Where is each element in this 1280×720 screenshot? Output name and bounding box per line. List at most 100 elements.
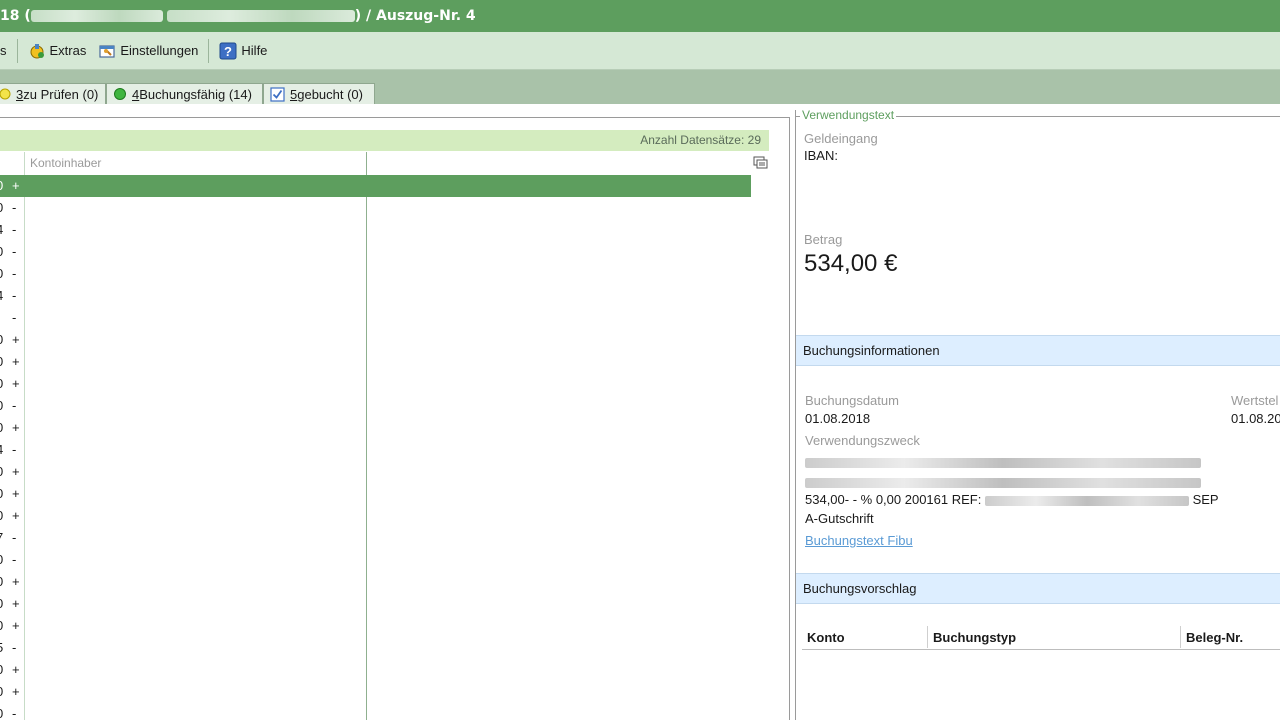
row-sign: - [12, 442, 17, 457]
table-row[interactable]: 0+ [0, 329, 30, 351]
window-title-bar: 18 ( ) / Auszug-Nr. 4 [0, 0, 1280, 32]
grid-column-header: Kontoinhaber [0, 152, 770, 174]
status-tab-strip: 3 zu Prüfen (0) 4 Buchungsfähig (14) 5 g… [0, 70, 1280, 104]
tab-gebucht[interactable]: 5 gebucht (0) [263, 83, 375, 104]
row-digit: 4 [0, 442, 3, 457]
column-divider [1180, 626, 1181, 648]
betrag-value: 534,00 € [804, 250, 898, 277]
tab-gebucht-label: gebucht (0) [297, 86, 363, 102]
table-row[interactable]: 0+ [0, 483, 30, 505]
selected-table-row[interactable] [0, 175, 751, 197]
row-digit: 0 [0, 574, 3, 589]
record-count-label: Anzahl Datensätze: 29 [640, 133, 761, 147]
buchungsinformationen-header: Buchungsinformationen [796, 335, 1280, 366]
iban-label: IBAN: [804, 148, 838, 163]
row-digit: 0 [0, 706, 3, 720]
tab-buchungsfaehig[interactable]: 4 Buchungsfähig (14) [106, 83, 263, 104]
table-row[interactable]: 0+ [0, 351, 30, 373]
table-row[interactable]: 4- [0, 219, 30, 241]
table-row[interactable]: 0- [0, 703, 30, 720]
tab-zu-pruefen-label: zu Prüfen (0) [23, 86, 99, 102]
extras-label: Extras [49, 43, 87, 58]
table-row[interactable]: 4- [0, 285, 30, 307]
einstellungen-menu-button[interactable]: Einstellungen [92, 38, 204, 64]
table-row[interactable]: 0- [0, 241, 30, 263]
title-prefix: 18 ( [0, 8, 31, 24]
table-row[interactable]: 0- [0, 263, 30, 285]
copy-columns-icon[interactable] [753, 156, 768, 170]
svg-text:?: ? [224, 44, 232, 59]
table-row[interactable]: 0+ [0, 659, 30, 681]
column-header-beleg-nr[interactable]: Beleg-Nr. [1186, 630, 1243, 645]
tab-zu-pruefen[interactable]: 3 zu Prüfen (0) [0, 83, 106, 104]
table-row[interactable]: 0+ [0, 615, 30, 637]
buchungstext-fibu-link[interactable]: Buchungstext Fibu [805, 533, 913, 548]
betrag-label: Betrag [804, 232, 843, 247]
table-row[interactable]: 0+ [0, 417, 30, 439]
column-divider [927, 626, 928, 648]
row-digit: 0 [0, 332, 3, 347]
column-header-kontoinhaber[interactable]: Kontoinhaber [30, 156, 101, 170]
table-row[interactable]: 0- [0, 395, 30, 417]
record-count-bar: Anzahl Datensätze: 29 [0, 130, 769, 151]
geldeingang-label: Geldeingang [804, 131, 878, 146]
row-sign: + [12, 662, 20, 677]
row-digit: 0 [0, 486, 3, 501]
row-sign: + [12, 354, 20, 369]
table-row[interactable]: 4- [0, 439, 30, 461]
table-row[interactable]: 0+ [0, 373, 30, 395]
row-digit: 0 [0, 200, 3, 215]
einstellungen-label: Einstellungen [120, 43, 199, 58]
toolbar: s Extras Einstellungen ? Hilfe [0, 32, 1280, 70]
title-suffix: ) / Auszug-Nr. 4 [354, 8, 476, 24]
toolbar-cut-label: s [0, 43, 7, 58]
row-sign: - [12, 398, 17, 413]
row-digit: 0 [0, 552, 3, 567]
column-header-buchungstyp[interactable]: Buchungstyp [933, 630, 1016, 645]
extras-icon [30, 43, 44, 58]
row-sign: + [12, 178, 20, 193]
hilfe-label: Hilfe [241, 43, 268, 58]
detail-panel: Verwendungstext Geldeingang IBAN: Betrag… [795, 108, 1280, 720]
row-sign: + [12, 596, 20, 611]
row-sign: + [12, 508, 20, 523]
row-sign: - [12, 706, 17, 720]
app-window: 18 ( ) / Auszug-Nr. 4 s Extras Einstellun… [0, 0, 1280, 720]
yellow-status-icon [0, 88, 11, 100]
table-row[interactable]: - [0, 307, 30, 329]
tab-buchungsfaehig-number: 4 [132, 86, 140, 102]
toolbar-separator [208, 38, 210, 63]
table-row[interactable]: 5- [0, 637, 30, 659]
row-sign: + [12, 486, 20, 501]
table-row[interactable]: 0+ [0, 175, 30, 197]
vz-line3-prefix: 534,00- - % 0,00 200161 REF: [805, 492, 985, 507]
verwendungstext-legend: Verwendungstext [800, 108, 897, 122]
toolbar-cut-item[interactable]: s [0, 38, 13, 64]
table-row[interactable]: 0+ [0, 461, 30, 483]
row-sign: - [12, 222, 17, 237]
table-row[interactable]: 0- [0, 549, 30, 571]
column-header-konto[interactable]: Konto [807, 630, 845, 645]
row-sign: + [12, 684, 20, 699]
row-sign: + [12, 332, 20, 347]
wertstellung-value: 01.08.20 [1231, 411, 1280, 426]
table-row[interactable]: 0+ [0, 505, 30, 527]
table-row[interactable]: 0- [0, 197, 30, 219]
row-digit: 4 [0, 288, 3, 303]
row-digit: 0 [0, 464, 3, 479]
row-digit: 0 [0, 244, 3, 259]
row-digit: 5 [0, 640, 3, 655]
table-row[interactable]: 0+ [0, 681, 30, 703]
tab-zu-pruefen-number: 3 [16, 86, 24, 102]
row-digit: 0 [0, 508, 3, 523]
redacted-bank-name [30, 10, 163, 22]
table-row[interactable]: 0+ [0, 571, 30, 593]
row-digit: 0 [0, 376, 3, 391]
table-row[interactable]: 0+ [0, 593, 30, 615]
buchungsinformationen-title: Buchungsinformationen [803, 343, 940, 358]
row-digit: 7 [0, 530, 3, 545]
hilfe-menu-button[interactable]: ? Hilfe [213, 38, 273, 64]
table-row[interactable]: 7- [0, 527, 30, 549]
row-digit: 0 [0, 178, 3, 193]
extras-menu-button[interactable]: Extras [22, 38, 93, 64]
